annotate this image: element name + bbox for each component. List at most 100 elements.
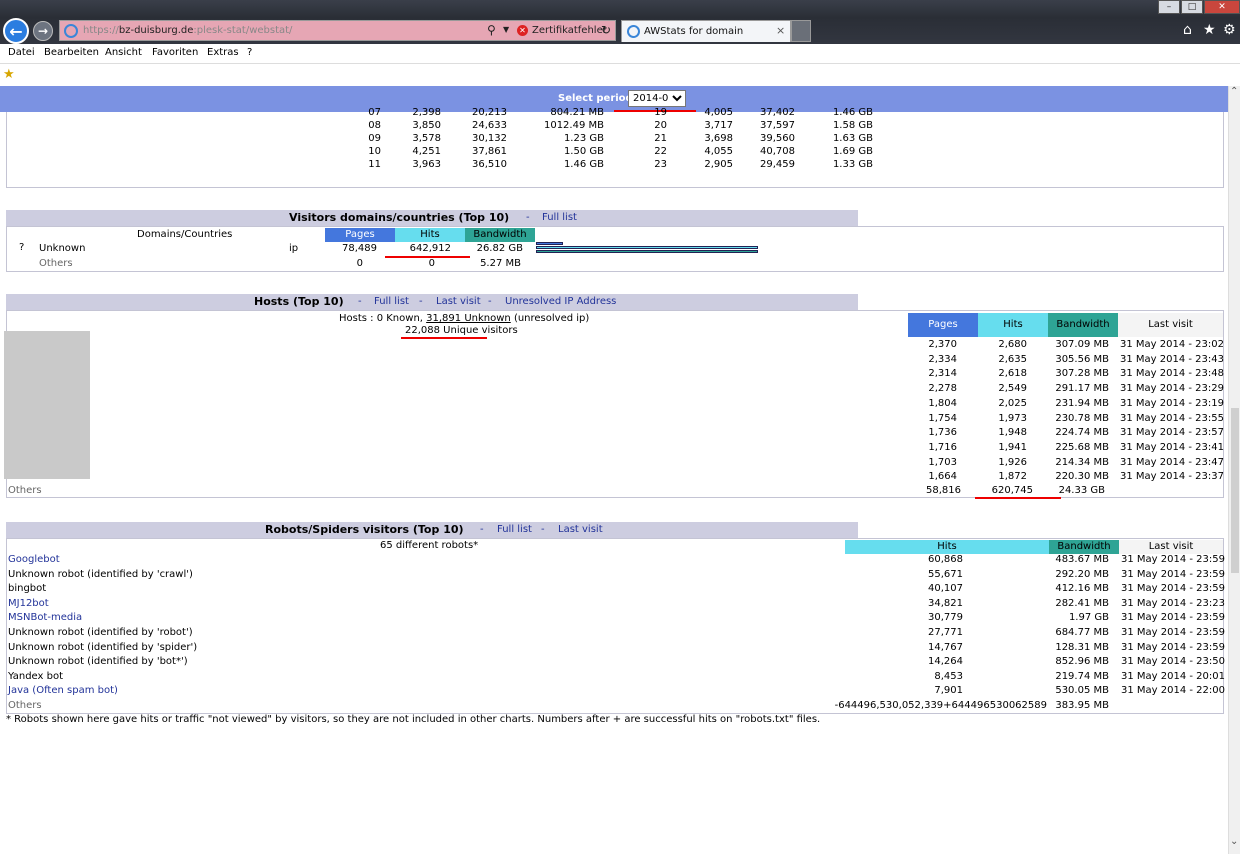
- hours-cell: 2,905: [704, 159, 733, 170]
- robots-others-hits: -644496,530,052,339+644496530062589: [834, 700, 1047, 711]
- hosts-last-visit-link[interactable]: Last visit: [436, 294, 481, 310]
- hosts-summary: Hosts : 0 Known, 31,891 Unknown (unresol…: [339, 313, 590, 324]
- minimize-button[interactable]: –: [1158, 0, 1180, 14]
- host-bandwidth: 214.34 MB: [1055, 456, 1109, 468]
- robot-last-visit: 31 May 2014 - 23:59: [1121, 568, 1225, 580]
- host-bandwidth: 224.74 MB: [1055, 427, 1109, 439]
- hours-cell: 4,055: [704, 146, 733, 157]
- hours-cell: 23: [654, 159, 667, 170]
- gear-icon[interactable]: ⚙: [1223, 22, 1236, 38]
- hours-cell: 4,005: [704, 107, 733, 118]
- url-text: https://bz-duisburg.de:plesk-stat/websta…: [83, 25, 293, 36]
- red-underline-domain-hits: [385, 256, 470, 258]
- robot-hits: 14,264: [928, 656, 963, 668]
- host-pages: 1,664: [928, 471, 957, 483]
- refresh-icon[interactable]: ↻: [601, 23, 611, 37]
- hours-cell: 37,597: [760, 120, 795, 131]
- hosts-others-label: Others: [8, 485, 42, 496]
- host-last-visit: 31 May 2014 - 23:41: [1120, 441, 1224, 453]
- robots-full-list-link[interactable]: Full list: [497, 522, 532, 538]
- robot-name[interactable]: MSNBot-media: [8, 612, 82, 623]
- robot-bandwidth: 128.31 MB: [1055, 641, 1109, 653]
- domain-hits: 642,912: [409, 243, 451, 254]
- forward-button[interactable]: →: [33, 21, 53, 41]
- hosts-others-bandwidth: 24.33 GB: [1058, 485, 1105, 496]
- hosts-unique-visitors: 22,088 Unique visitors: [405, 325, 518, 336]
- cert-error-icon[interactable]: ✕: [517, 25, 528, 36]
- robot-last-visit: 31 May 2014 - 23:59: [1121, 612, 1225, 624]
- hours-cell: 1.50 GB: [563, 146, 604, 157]
- robot-name[interactable]: Java (Often spam bot): [8, 685, 118, 696]
- hosts-others-pages: 58,816: [926, 485, 961, 496]
- hosts-col-pages: Pages: [908, 313, 978, 337]
- hours-cell: 29,459: [760, 159, 795, 170]
- new-tab-button[interactable]: [791, 20, 811, 42]
- menu-favoriten[interactable]: Favoriten: [152, 47, 198, 58]
- robot-last-visit: 31 May 2014 - 22:00: [1121, 685, 1225, 697]
- menu-extras[interactable]: Extras: [207, 47, 239, 58]
- period-select[interactable]: 2014-05: [628, 90, 686, 107]
- domain-others-pages: 0: [356, 258, 363, 269]
- host-hits: 2,025: [998, 397, 1027, 409]
- home-icon[interactable]: ⌂: [1183, 22, 1192, 38]
- robot-name[interactable]: Googlebot: [8, 554, 60, 565]
- hosts-others-hits: 620,745: [991, 485, 1033, 496]
- robots-sep-1: -: [480, 524, 484, 535]
- search-icon[interactable]: ⚲: [487, 23, 496, 37]
- robot-hits: 40,107: [928, 583, 963, 595]
- host-pages: 1,736: [928, 427, 957, 439]
- hours-cell: 37,402: [760, 107, 795, 118]
- robots-count: 65 different robots*: [380, 540, 479, 551]
- domains-section: Domains/Countries Pages Hits Bandwidth ?…: [6, 226, 1224, 272]
- domains-title: Visitors domains/countries (Top 10): [289, 211, 510, 224]
- menu-bearbeiten[interactable]: Bearbeiten: [44, 47, 99, 58]
- robots-last-visit-link[interactable]: Last visit: [558, 522, 603, 538]
- robot-bandwidth: 684.77 MB: [1055, 627, 1109, 638]
- cert-error-label[interactable]: Zertifikatfehler: [532, 25, 607, 36]
- hosts-unresolved-link[interactable]: Unresolved IP Address: [505, 294, 616, 310]
- hours-cell: 39,560: [760, 133, 795, 144]
- host-bandwidth: 291.17 MB: [1055, 383, 1109, 395]
- hours-cell: 1.69 GB: [832, 146, 873, 157]
- close-window-button[interactable]: ✕: [1204, 0, 1240, 14]
- domain-others-label: Others: [39, 258, 73, 269]
- menu-ansicht[interactable]: Ansicht: [105, 47, 142, 58]
- domains-full-list-link[interactable]: Full list: [542, 210, 577, 226]
- robot-bandwidth: 292.20 MB: [1055, 568, 1109, 580]
- host-hits: 1,872: [998, 471, 1027, 483]
- robot-name[interactable]: MJ12bot: [8, 598, 49, 609]
- dropdown-arrow-icon[interactable]: ▼: [503, 25, 509, 34]
- robot-name: Unknown robot (identified by 'crawl'): [8, 568, 193, 580]
- add-favorite-icon[interactable]: ★: [3, 67, 15, 82]
- favorites-star-icon[interactable]: ★: [1203, 22, 1216, 38]
- period-label: Select period: [558, 93, 633, 104]
- hosts-full-list-link[interactable]: Full list: [374, 294, 409, 310]
- domain-bar-chart: [536, 242, 758, 256]
- address-bar[interactable]: https://bz-duisburg.de:plesk-stat/websta…: [59, 20, 616, 41]
- domain-others-hits: 0: [428, 258, 435, 269]
- scroll-up-icon[interactable]: ⌃: [1230, 86, 1238, 97]
- browser-tab[interactable]: AWStats for domain ×: [621, 20, 791, 42]
- hours-cell: 30,132: [472, 133, 507, 144]
- menu-help[interactable]: ?: [247, 47, 252, 58]
- domain-code: ip: [289, 243, 299, 254]
- robot-bandwidth: 1.97 GB: [1068, 612, 1109, 624]
- favorites-bar: ★: [0, 64, 1240, 86]
- robots-col-bandwidth: Bandwidth: [1049, 540, 1119, 554]
- hours-cell: 3,850: [412, 120, 441, 131]
- hosts-header: Hosts (Top 10) - Full list - Last visit …: [6, 294, 858, 310]
- host-bandwidth: 220.30 MB: [1055, 471, 1109, 483]
- close-tab-icon[interactable]: ×: [776, 24, 785, 37]
- scroll-down-icon[interactable]: ⌄: [1230, 836, 1238, 847]
- domains-col-hits: Hits: [395, 228, 465, 242]
- menu-datei[interactable]: Datei: [8, 47, 35, 58]
- back-button[interactable]: ←: [3, 18, 29, 44]
- host-hits: 1,948: [998, 427, 1027, 439]
- vertical-scrollbar[interactable]: ⌃ ⌄: [1228, 86, 1240, 854]
- hours-cell: 2,398: [412, 107, 441, 118]
- robots-col-hits: Hits: [845, 540, 1049, 554]
- domains-col-label: Domains/Countries: [137, 229, 233, 240]
- maximize-button[interactable]: □: [1181, 0, 1203, 14]
- hours-cell: 21: [654, 133, 667, 144]
- scrollbar-thumb[interactable]: [1231, 408, 1239, 573]
